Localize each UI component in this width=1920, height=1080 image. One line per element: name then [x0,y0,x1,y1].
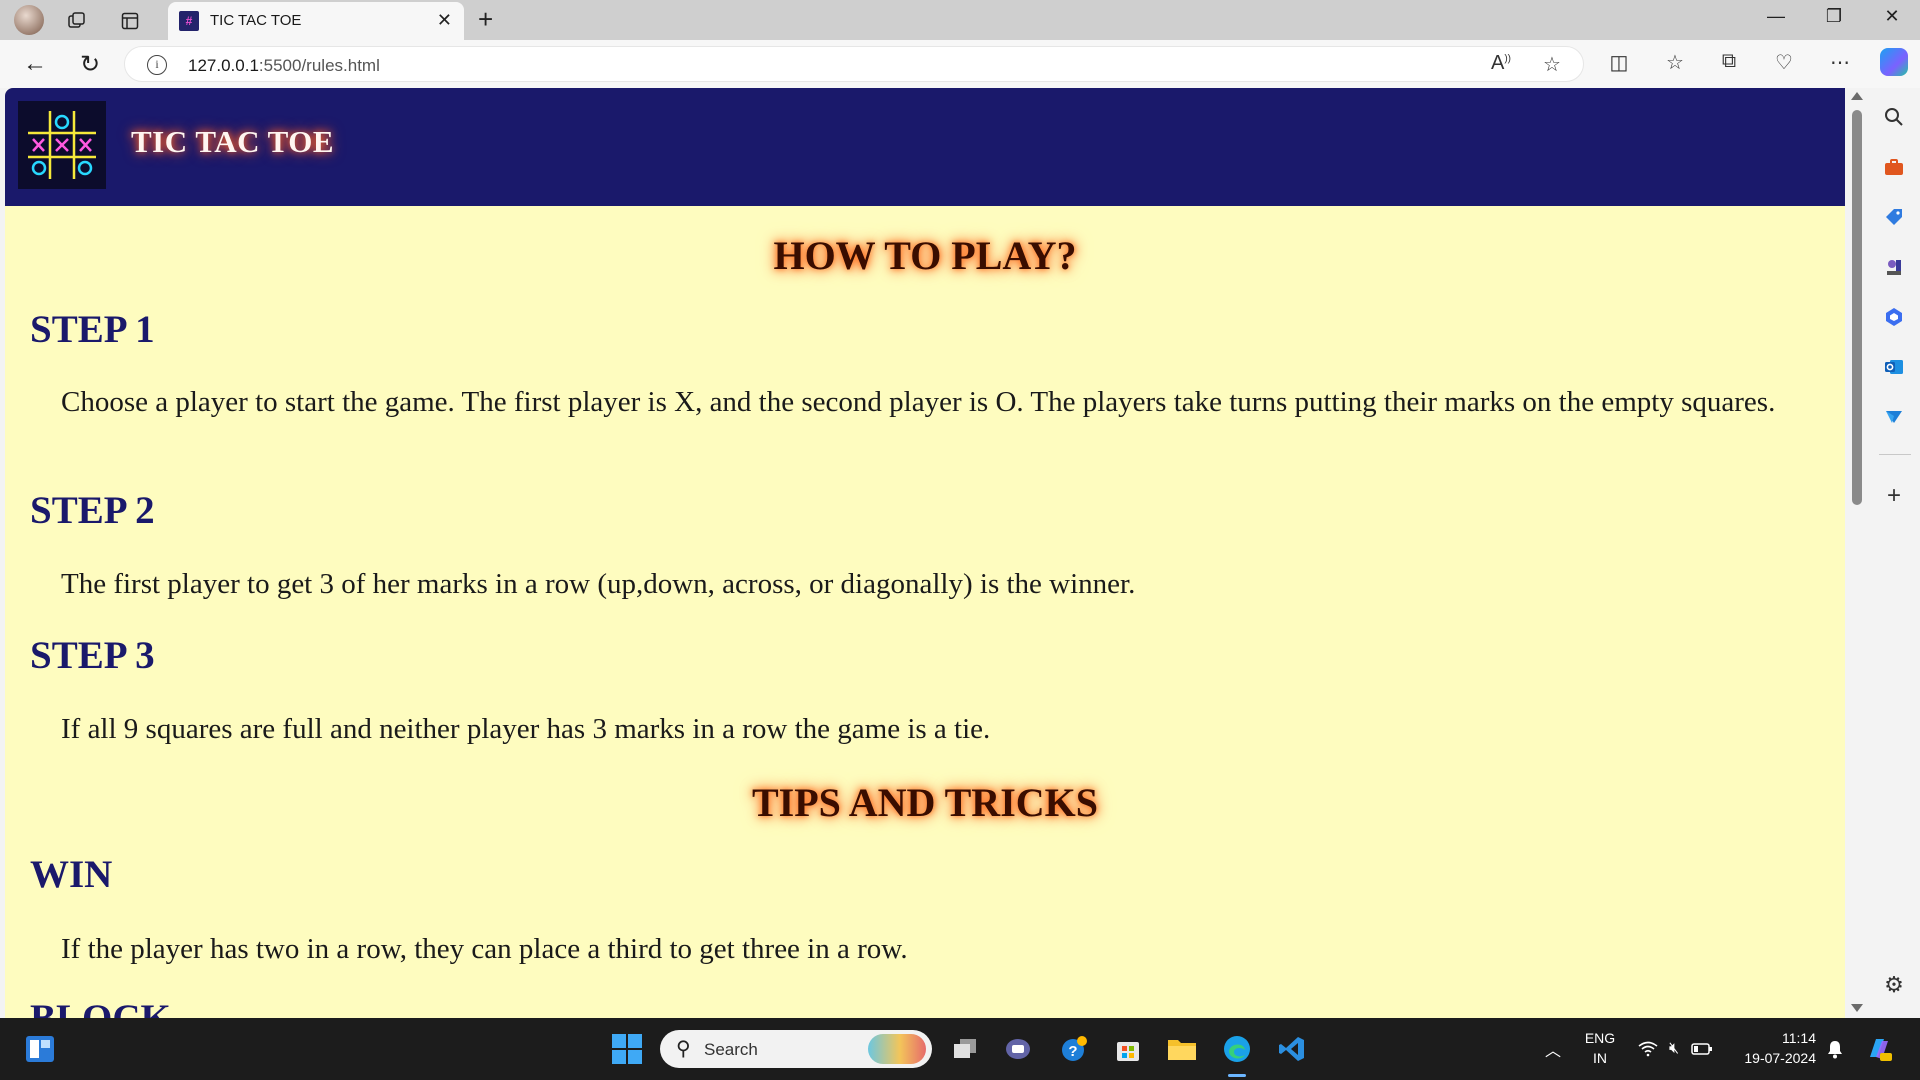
show-hidden-icons-chevron-icon[interactable]: ︿ [1535,1031,1571,1067]
active-tab[interactable]: # TIC TAC TOE ✕ [168,2,464,40]
back-button[interactable]: ← [20,50,50,78]
taskbar-search-label: Search [704,1040,758,1059]
outlook-icon[interactable] [1881,354,1907,380]
sidebar-divider [1879,454,1911,455]
browser-essentials-icon[interactable]: ♡ [1769,50,1799,75]
site-header: TIC TAC TOE [5,88,1845,206]
copilot-icon[interactable] [1880,48,1908,76]
games-chess-icon[interactable] [1881,254,1907,280]
shopping-tag-icon[interactable] [1881,204,1907,230]
url-text[interactable]: 127.0.0.1:5500/rules.html [188,56,380,76]
notification-bell-icon[interactable] [1817,1031,1853,1067]
get-help-icon[interactable]: ? [1056,1031,1092,1067]
svg-text:?: ? [1068,1043,1077,1060]
file-explorer-icon[interactable] [1164,1031,1200,1067]
tic-tac-toe-logo[interactable] [18,101,106,189]
address-bar[interactable]: i 127.0.0.1:5500/rules.html A)) ☆ [124,46,1584,82]
page-scrollbar[interactable] [1845,88,1869,1018]
vertical-tabs-icon[interactable] [117,8,143,34]
language-indicator-bottom[interactable]: IN [1578,1050,1622,1066]
search-highlight-image [868,1034,926,1064]
step-1-text: Choose a player to start the game. The f… [61,386,1776,418]
language-indicator-top[interactable]: ENG [1578,1030,1622,1046]
tip-win-text: If the player has two in a row, they can… [61,933,908,965]
workspaces-icon[interactable] [64,8,90,34]
step-1-heading: STEP 1 [30,308,155,351]
tab-favicon-icon: # [179,11,199,31]
step-2-text: The first player to get 3 of her marks i… [61,568,1136,600]
restore-button[interactable]: ❐ [1814,6,1854,27]
taskbar-search-icon: ⚲ [676,1038,691,1060]
send-arrow-icon[interactable] [1881,404,1907,430]
new-tab-button[interactable]: + [478,4,493,35]
taskbar-search-box[interactable]: ⚲ Search [660,1030,932,1068]
refresh-button[interactable]: ↻ [75,50,105,79]
favorite-star-icon[interactable]: ☆ [1543,52,1561,77]
split-screen-icon[interactable]: ◫ [1604,50,1634,75]
edge-browser-icon[interactable] [1219,1031,1255,1067]
microsoft-365-icon[interactable] [1881,304,1907,330]
search-icon[interactable] [1881,104,1907,130]
web-page: TIC TAC TOE HOW TO PLAY? STEP 1 Choose a… [5,88,1845,1018]
widgets-icon[interactable] [22,1031,58,1067]
task-view-icon[interactable] [947,1031,983,1067]
tab-title: TIC TAC TOE [210,12,302,29]
minimize-button[interactable]: — [1756,6,1796,27]
clock-date[interactable]: 19-07-2024 [1724,1050,1816,1066]
step-3-text: If all 9 squares are full and neither pl… [61,713,991,745]
edge-sidebar: + ⚙ [1869,88,1920,1018]
profile-avatar[interactable] [14,5,44,35]
clock-time[interactable]: 11:14 [1734,1030,1816,1046]
site-info-icon[interactable]: i [147,55,167,75]
start-windows-icon[interactable] [612,1034,642,1064]
read-aloud-icon[interactable]: A)) [1491,52,1511,75]
battery-icon[interactable] [1684,1031,1720,1067]
site-title: TIC TAC TOE [131,124,335,159]
tab-close-icon[interactable]: ✕ [437,10,452,31]
scroll-up-icon[interactable] [1851,92,1863,100]
vs-code-icon[interactable] [1274,1031,1310,1067]
scroll-thumb[interactable] [1852,110,1862,505]
how-to-play-heading: HOW TO PLAY? [773,233,1077,278]
edge-active-indicator [1228,1074,1246,1077]
teams-chat-icon[interactable] [1000,1031,1036,1067]
favorites-icon[interactable]: ☆ [1660,50,1690,75]
tip-block-heading: BLOCK [30,996,171,1018]
step-3-heading: STEP 3 [30,634,155,677]
microsoft-store-icon[interactable] [1110,1031,1146,1067]
add-sidebar-app-icon[interactable]: + [1881,482,1907,509]
step-2-heading: STEP 2 [30,489,155,532]
tools-briefcase-icon[interactable] [1881,154,1907,180]
copilot-taskbar-icon[interactable] [1860,1031,1896,1067]
sidebar-settings-gear-icon[interactable]: ⚙ [1881,972,1907,998]
close-window-button[interactable]: ✕ [1872,6,1912,27]
scroll-down-icon[interactable] [1851,1004,1863,1012]
more-options-icon[interactable]: ⋯ [1825,50,1855,75]
tips-and-tricks-heading: TIPS AND TRICKS [751,780,1099,825]
browser-title-bar: # TIC TAC TOE ✕ + — ❐ ✕ [0,0,1920,40]
tip-win-heading: WIN [30,853,113,896]
windows-taskbar: ⚲ Search ? ︿ ENG IN 🔇︎ 11:14 19-07-2024 [0,1018,1920,1080]
collections-icon[interactable]: ⧉ [1714,50,1744,73]
